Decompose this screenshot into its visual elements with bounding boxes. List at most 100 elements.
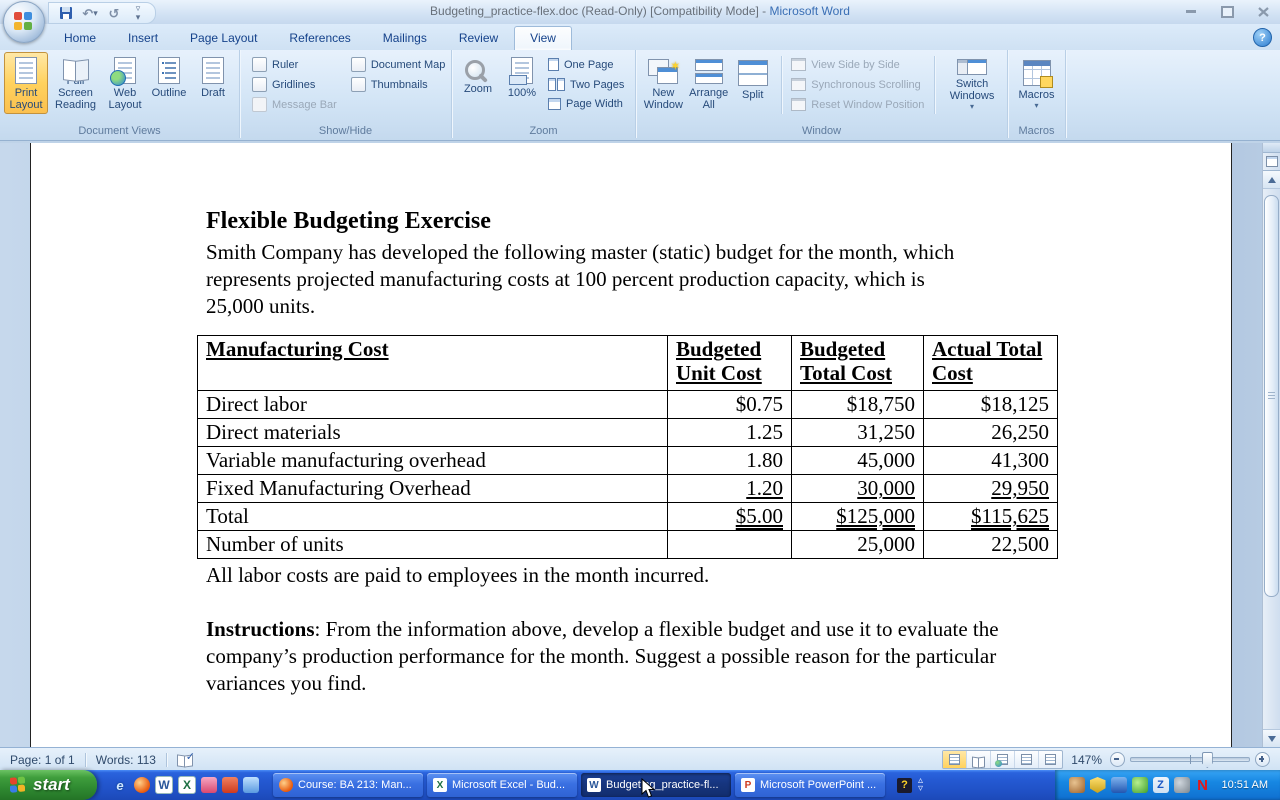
web-layout-button[interactable]: Web Layout — [103, 52, 147, 114]
document-heading: Flexible Budgeting Exercise — [206, 207, 1071, 235]
tray-icon-z-app[interactable]: Z — [1153, 777, 1169, 793]
new-window-button[interactable]: ✶ New Window — [640, 52, 687, 114]
split-handle[interactable] — [1263, 143, 1280, 153]
thumbnails-checkbox[interactable]: Thumbnails — [351, 77, 446, 92]
document-map-checkbox[interactable]: Document Map — [351, 57, 446, 72]
two-pages-button[interactable]: Two Pages — [544, 76, 628, 93]
header-budgeted-total-cost: Budgeted Total Cost — [792, 336, 924, 391]
keys-app-icon[interactable] — [201, 777, 217, 793]
outline-button[interactable]: Outline — [147, 52, 191, 114]
one-page-icon — [548, 58, 559, 71]
print-layout-button[interactable]: Print Layout — [4, 52, 48, 114]
switch-windows-button[interactable]: Switch Windows ▾ — [941, 52, 1003, 114]
draft-view-button[interactable] — [1039, 751, 1062, 768]
zoom-slider-thumb[interactable] — [1202, 752, 1213, 768]
zoom-slider-center-tick — [1190, 755, 1191, 764]
zoom-slider-track[interactable] — [1130, 757, 1250, 762]
tray-icon-n-app[interactable]: N — [1195, 777, 1211, 793]
tab-mailings[interactable]: Mailings — [367, 26, 443, 50]
macros-button[interactable]: Macros ▾ — [1014, 52, 1058, 114]
spell-check-indicator[interactable]: ✓ — [167, 748, 203, 771]
thumbnails-checkbox-box — [351, 77, 366, 92]
web-layout-view-button[interactable] — [991, 751, 1015, 768]
page-number-indicator[interactable]: Page: 1 of 1 — [0, 748, 85, 771]
help-button[interactable]: ? — [1253, 28, 1272, 47]
scroll-down-button[interactable] — [1263, 729, 1280, 747]
split-button[interactable]: Split — [731, 52, 775, 114]
tray-icon-globe[interactable] — [1069, 777, 1085, 793]
scrollbar-grip-icon — [1268, 392, 1275, 400]
full-screen-reading-view-button[interactable] — [967, 751, 991, 768]
macros-icon — [1023, 60, 1051, 86]
full-screen-reading-button[interactable]: Full Screen Reading — [48, 52, 103, 114]
task-button-word-active[interactable]: W Budgeting_practice-fl... — [581, 773, 731, 797]
outlook-express-icon[interactable] — [243, 777, 259, 793]
table-row: Variable manufacturing overhead 1.80 45,… — [198, 447, 1058, 475]
outline-icon — [158, 57, 180, 84]
tray-icon-tools[interactable] — [1111, 777, 1127, 793]
window-controls — [1180, 4, 1274, 19]
zoom-button[interactable]: Zoom — [456, 52, 500, 114]
reset-window-position-button: Reset Window Position — [787, 96, 928, 113]
zoom-level-indicator[interactable]: 147% — [1071, 753, 1102, 767]
gridlines-checkbox-box — [252, 77, 267, 92]
help-tray-icon[interactable]: ? — [897, 778, 912, 793]
header-budgeted-unit-cost: Budgeted Unit Cost — [668, 336, 792, 391]
draft-button[interactable]: Draft — [191, 52, 235, 114]
quick-launch-bar: e W X — [97, 776, 267, 794]
tab-page-layout[interactable]: Page Layout — [174, 26, 273, 50]
draft-icon — [202, 57, 224, 84]
task-button-powerpoint[interactable]: P Microsoft PowerPoint ... — [735, 773, 885, 797]
minimize-button[interactable] — [1180, 4, 1202, 19]
ruler-checkbox[interactable]: Ruler — [252, 57, 337, 72]
print-layout-icon — [15, 57, 37, 84]
document-page[interactable]: Flexible Budgeting Exercise Smith Compan… — [30, 143, 1232, 747]
vertical-scrollbar[interactable] — [1262, 143, 1280, 747]
group-divider — [781, 56, 782, 114]
zoom-out-button[interactable] — [1110, 752, 1125, 767]
tab-insert[interactable]: Insert — [112, 26, 174, 50]
task-button-firefox-course[interactable]: Course: BA 213: Man... — [273, 773, 423, 797]
gridlines-checkbox[interactable]: Gridlines — [252, 77, 337, 92]
tab-review[interactable]: Review — [443, 26, 514, 50]
tab-view[interactable]: View — [514, 26, 572, 50]
task-button-excel[interactable]: X Microsoft Excel - Bud... — [427, 773, 577, 797]
restore-button[interactable] — [1216, 4, 1238, 19]
zoom-100-button[interactable]: 100% — [500, 52, 544, 114]
start-button[interactable]: start — [0, 770, 97, 800]
internet-explorer-icon[interactable]: e — [111, 776, 129, 794]
tab-references[interactable]: References — [273, 26, 366, 50]
excel-icon[interactable]: X — [178, 776, 196, 794]
arrow-down-icon — [1268, 736, 1276, 742]
taskbar-chevron-icon[interactable]: ▵▿ — [918, 777, 923, 793]
status-bar-right: 147% — [942, 750, 1280, 769]
document-map-checkbox-box — [351, 57, 366, 72]
ruler-toggle-icon — [1266, 156, 1278, 167]
word-count-indicator[interactable]: Words: 113 — [86, 748, 166, 771]
tab-home[interactable]: Home — [48, 26, 112, 50]
zoom-in-button[interactable] — [1255, 752, 1270, 767]
one-page-button[interactable]: One Page — [544, 56, 628, 73]
word-icon[interactable]: W — [155, 776, 173, 794]
print-layout-view-button[interactable] — [943, 751, 967, 768]
close-button[interactable] — [1252, 4, 1274, 19]
ribbon: Print Layout Full Screen Reading Web Lay… — [0, 50, 1280, 141]
zoom-slider[interactable] — [1110, 752, 1270, 767]
page-width-button[interactable]: Page Width — [544, 96, 628, 112]
tray-icon-shield[interactable] — [1090, 777, 1106, 793]
document-title-text: Budgeting_practice-flex.doc (Read-Only) … — [430, 4, 766, 18]
outline-view-button[interactable] — [1015, 751, 1039, 768]
powerpoint-quicklaunch-icon[interactable] — [222, 777, 238, 793]
scroll-up-button[interactable] — [1263, 171, 1280, 189]
firefox-icon[interactable] — [134, 777, 150, 793]
ruler-toggle-button[interactable] — [1263, 153, 1280, 171]
table-row: Fixed Manufacturing Overhead 1.20 30,000… — [198, 475, 1058, 503]
title-bar: ↶▾ ↺ ▿▾ Budgeting_practice-flex.doc (Rea… — [0, 0, 1280, 25]
office-button[interactable] — [3, 1, 45, 43]
powerpoint-task-icon: P — [741, 778, 755, 792]
scrollbar-thumb[interactable] — [1264, 195, 1279, 597]
ribbon-tab-row: Home Insert Page Layout References Maili… — [0, 24, 1280, 50]
arrange-all-button[interactable]: Arrange All — [687, 52, 731, 114]
tray-icon-gray-app[interactable] — [1174, 777, 1190, 793]
tray-icon-green-app[interactable] — [1132, 777, 1148, 793]
